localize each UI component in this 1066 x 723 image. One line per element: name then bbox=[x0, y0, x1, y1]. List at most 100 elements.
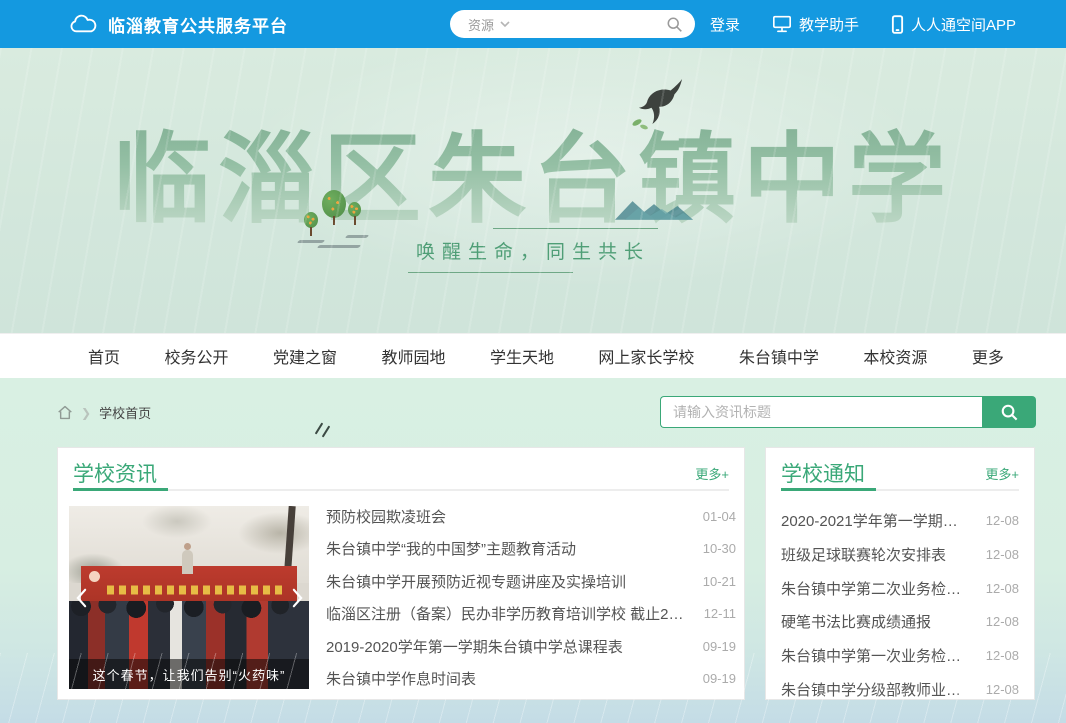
notice-item-date: 12-08 bbox=[986, 513, 1019, 528]
news-panel-title: 学校资讯 bbox=[73, 450, 157, 488]
search-scope-label[interactable]: 资源 bbox=[468, 15, 494, 34]
brush-mark-decoration bbox=[318, 422, 336, 440]
school-name: 临淄区朱台镇中学 bbox=[0, 100, 1066, 242]
topbar-links: 登录 教学助手 人人通空间APP bbox=[710, 0, 1016, 48]
slogan-text: 唤醒生命，同生共长 bbox=[408, 229, 658, 272]
news-item-title[interactable]: 朱台镇中学“我的中国梦”主题教育活动 bbox=[326, 538, 689, 559]
nav-item-teacher-garden[interactable]: 教师园地 bbox=[381, 344, 445, 368]
carousel-photo-speaker bbox=[182, 550, 193, 574]
notice-item-date: 12-08 bbox=[986, 547, 1019, 562]
topbar-search[interactable]: 资源 bbox=[450, 10, 695, 38]
notice-item[interactable]: 朱台镇中学第一次业务检查的 12-08 bbox=[781, 645, 1019, 666]
monitor-icon bbox=[772, 15, 792, 33]
news-panel: 学校资讯 更多+ 这个春节，让我们告别“火药味” bbox=[57, 447, 745, 700]
nav-item-more[interactable]: 更多 bbox=[972, 344, 1004, 368]
search-icon[interactable] bbox=[666, 16, 683, 33]
notice-item-title[interactable]: 班级足球联赛轮次安排表 bbox=[781, 544, 972, 565]
breadcrumb: ❯ 学校首页 bbox=[57, 403, 151, 422]
nav-item-parent-school[interactable]: 网上家长学校 bbox=[598, 344, 694, 368]
leaf-decoration bbox=[640, 124, 649, 130]
home-icon[interactable] bbox=[57, 405, 73, 420]
notice-item-title[interactable]: 朱台镇中学分级部教师业务展 bbox=[781, 679, 972, 700]
news-item[interactable]: 朱台镇中学“我的中国梦”主题教育活动 10-30 bbox=[326, 538, 736, 559]
page: 临淄教育公共服务平台 资源 登录 教学助手 bbox=[0, 0, 1066, 723]
topbar: 临淄教育公共服务平台 资源 登录 教学助手 bbox=[0, 0, 1066, 48]
nav-item-student-world[interactable]: 学生天地 bbox=[490, 344, 554, 368]
slogan-block: 唤醒生命，同生共长 bbox=[408, 228, 658, 273]
news-item[interactable]: 临淄区注册（备案）民办非学历教育培训学校 截止2019 12-11 bbox=[326, 603, 736, 624]
space-app-link[interactable]: 人人通空间APP bbox=[891, 14, 1016, 35]
news-item-date: 10-30 bbox=[703, 541, 736, 556]
carousel-next-icon[interactable] bbox=[287, 583, 307, 613]
news-more-link[interactable]: 更多+ bbox=[695, 454, 729, 483]
nav-item-school-resources[interactable]: 本校资源 bbox=[863, 344, 927, 368]
login-link[interactable]: 登录 bbox=[710, 14, 740, 35]
breadcrumb-chevron-icon: ❯ bbox=[81, 406, 91, 420]
nav-item-zhutai-school[interactable]: 朱台镇中学 bbox=[739, 344, 819, 368]
smartphone-icon bbox=[891, 15, 904, 34]
notice-panel-title: 学校通知 bbox=[781, 450, 865, 488]
news-item[interactable]: 朱台镇中学开展预防近视专题讲座及实操培训 10-21 bbox=[326, 571, 736, 592]
news-item-date: 12-11 bbox=[704, 606, 736, 621]
search-icon bbox=[1000, 403, 1019, 422]
mountains-decoration bbox=[615, 196, 693, 220]
content-area: ❯ 学校首页 学校资讯 更多+ 这个春节 bbox=[0, 378, 1066, 723]
carousel-caption[interactable]: 这个春节，让我们告别“火药味” bbox=[69, 659, 309, 689]
notice-item[interactable]: 硬笔书法比赛成绩通报 12-08 bbox=[781, 611, 1019, 632]
trees-decoration bbox=[300, 188, 370, 248]
login-label: 登录 bbox=[710, 14, 740, 35]
notice-item-title[interactable]: 朱台镇中学第一次业务检查的 bbox=[781, 645, 972, 666]
notice-list: 2020-2021学年第一学期足球 12-08 班级足球联赛轮次安排表 12-0… bbox=[781, 510, 1019, 700]
news-item-date: 09-19 bbox=[703, 671, 736, 686]
leaf-decoration bbox=[631, 118, 642, 127]
notice-item-title[interactable]: 朱台镇中学第二次业务检查的 bbox=[781, 578, 972, 599]
news-item-date: 10-21 bbox=[703, 574, 736, 589]
notice-panel: 学校通知 更多+ 2020-2021学年第一学期足球 12-08 班级足球联赛轮… bbox=[765, 447, 1035, 700]
hero-banner: 临淄区朱台镇中学 唤醒生命，同生共长 bbox=[0, 48, 1066, 333]
news-search-input[interactable] bbox=[660, 396, 982, 428]
slogan-line bbox=[408, 272, 573, 273]
cloud-logo-icon bbox=[68, 13, 98, 35]
news-search bbox=[660, 396, 1036, 428]
news-item-date: 09-19 bbox=[703, 639, 736, 654]
teaching-assistant-link[interactable]: 教学助手 bbox=[772, 14, 859, 35]
notice-more-link[interactable]: 更多+ bbox=[985, 454, 1019, 483]
news-search-button[interactable] bbox=[982, 396, 1036, 428]
carousel-prev-icon[interactable] bbox=[71, 583, 91, 613]
space-app-label: 人人通空间APP bbox=[911, 14, 1016, 35]
brand[interactable]: 临淄教育公共服务平台 bbox=[68, 0, 288, 48]
news-item-title[interactable]: 临淄区注册（备案）民办非学历教育培训学校 截止2019 bbox=[326, 603, 690, 624]
notice-item[interactable]: 朱台镇中学第二次业务检查的 12-08 bbox=[781, 578, 1019, 599]
news-item-title[interactable]: 朱台镇中学开展预防近视专题讲座及实操培训 bbox=[326, 571, 689, 592]
slogan-line bbox=[493, 228, 658, 229]
notice-item-title[interactable]: 2020-2021学年第一学期足球 bbox=[781, 510, 972, 531]
notice-item-date: 12-08 bbox=[986, 648, 1019, 663]
news-item-date: 01-04 bbox=[703, 509, 736, 524]
notice-item-title[interactable]: 硬笔书法比赛成绩通报 bbox=[781, 611, 972, 632]
news-item[interactable]: 预防校园欺凌班会 01-04 bbox=[326, 506, 736, 527]
teaching-assistant-label: 教学助手 bbox=[799, 14, 859, 35]
site-title: 临淄教育公共服务平台 bbox=[108, 12, 288, 37]
notice-item[interactable]: 2020-2021学年第一学期足球 12-08 bbox=[781, 510, 1019, 531]
notice-item-date: 12-08 bbox=[986, 614, 1019, 629]
news-carousel[interactable]: 这个春节，让我们告别“火药味” bbox=[69, 506, 309, 689]
news-item-title[interactable]: 2019-2020学年第一学期朱台镇中学总课程表 bbox=[326, 636, 689, 657]
breadcrumb-current[interactable]: 学校首页 bbox=[99, 403, 151, 422]
news-item[interactable]: 2019-2020学年第一学期朱台镇中学总课程表 09-19 bbox=[326, 636, 736, 657]
notice-item[interactable]: 朱台镇中学分级部教师业务展 12-08 bbox=[781, 679, 1019, 700]
news-item[interactable]: 朱台镇中学作息时间表 09-19 bbox=[326, 668, 736, 689]
nav-item-school-affairs[interactable]: 校务公开 bbox=[164, 344, 228, 368]
notice-panel-header: 学校通知 更多+ bbox=[781, 448, 1019, 491]
notice-item[interactable]: 班级足球联赛轮次安排表 12-08 bbox=[781, 544, 1019, 565]
news-item-title[interactable]: 朱台镇中学作息时间表 bbox=[326, 668, 689, 689]
nav-item-party-building[interactable]: 党建之窗 bbox=[273, 344, 337, 368]
main-nav: 首页 校务公开 党建之窗 教师园地 学生天地 网上家长学校 朱台镇中学 本校资源… bbox=[0, 333, 1066, 378]
news-list: 预防校园欺凌班会 01-04 朱台镇中学“我的中国梦”主题教育活动 10-30 … bbox=[326, 506, 736, 689]
notice-item-date: 12-08 bbox=[986, 682, 1019, 697]
chevron-down-icon[interactable] bbox=[500, 20, 510, 28]
swallow-icon bbox=[638, 78, 684, 126]
news-panel-header: 学校资讯 更多+ bbox=[73, 448, 729, 491]
notice-item-date: 12-08 bbox=[986, 581, 1019, 596]
nav-item-home[interactable]: 首页 bbox=[88, 344, 120, 368]
news-item-title[interactable]: 预防校园欺凌班会 bbox=[326, 506, 689, 527]
